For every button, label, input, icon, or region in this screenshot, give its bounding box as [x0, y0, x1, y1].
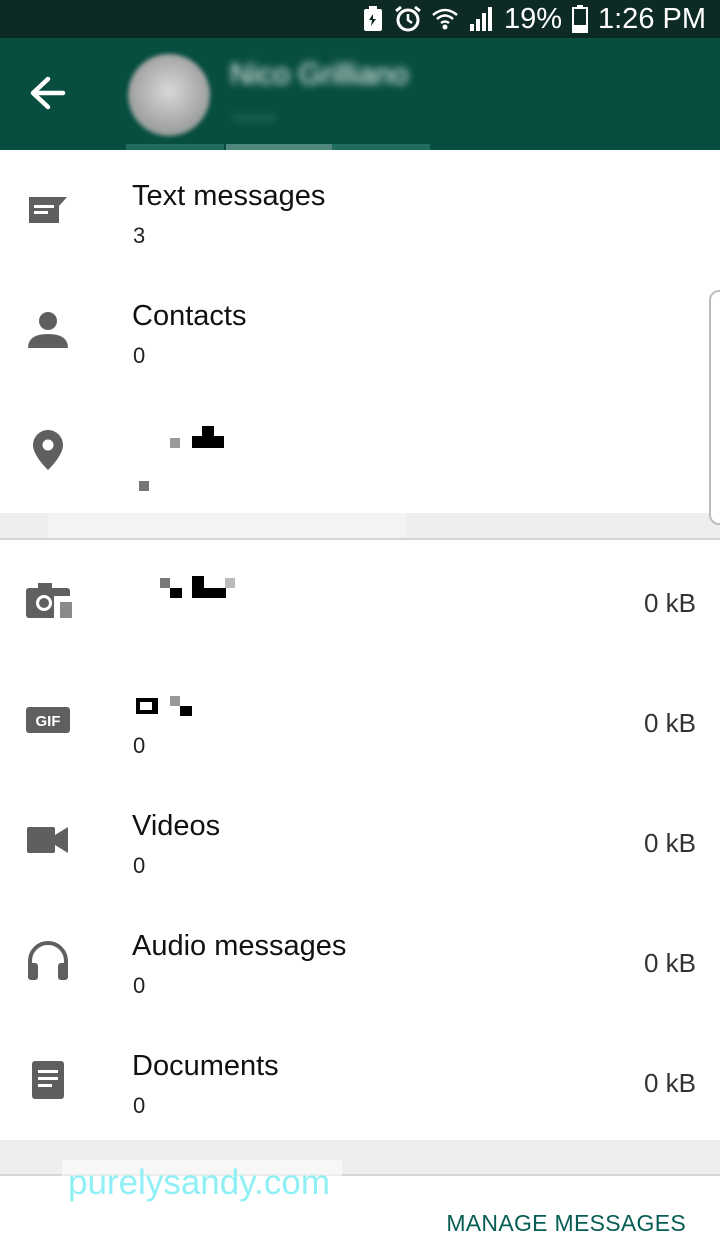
- app-bar: Nico Grilliano ······: [0, 38, 720, 150]
- contact-subtitle: ······: [232, 104, 276, 129]
- row-title: Contacts: [132, 300, 247, 332]
- row-count: 0: [133, 853, 146, 878]
- document-icon: [24, 1020, 72, 1140]
- row-count: 0: [133, 733, 146, 758]
- watermark: purelysandy.com: [62, 1160, 342, 1206]
- divider-highlight: [48, 513, 406, 538]
- row-title: Documents: [132, 1050, 279, 1082]
- row-title: Text messages: [132, 180, 326, 212]
- pixel-artifact: [170, 696, 180, 706]
- row-size: 0 kB: [643, 588, 696, 618]
- battery-percent: 19%: [503, 2, 562, 35]
- row-count: 0: [133, 343, 146, 368]
- back-button[interactable]: [18, 66, 76, 124]
- row-contacts[interactable]: Contacts 0: [0, 270, 720, 390]
- row-size: 0 kB: [643, 828, 696, 858]
- pixel-artifact: [139, 481, 149, 491]
- message-icon: [24, 150, 72, 270]
- pixel-artifact: [204, 588, 226, 598]
- row-gifs[interactable]: GIF 0 0 kB: [0, 660, 720, 780]
- location-pin-icon: [24, 390, 72, 510]
- battery-saver-icon: [362, 6, 384, 32]
- pixel-artifact: [180, 706, 192, 716]
- pixel-artifact: [170, 588, 182, 598]
- row-text-messages[interactable]: Text messages 3: [0, 150, 720, 270]
- signal-icon: [468, 6, 494, 32]
- row-videos[interactable]: Videos 0 0 kB: [0, 780, 720, 900]
- status-bar: 19% 1:26 PM: [0, 0, 720, 38]
- row-title: Videos: [132, 810, 221, 842]
- videocam-icon: [24, 780, 72, 900]
- contact-name[interactable]: Nico Grilliano: [230, 58, 440, 94]
- camera-icon: [24, 540, 72, 660]
- row-count: 0: [133, 1093, 146, 1118]
- media-categories: 0 kB GIF 0 0 kB Videos 0 0 kB Audio mess…: [0, 538, 720, 1142]
- wifi-icon: [432, 7, 458, 31]
- battery-icon: [572, 5, 588, 33]
- row-count: 3: [133, 223, 146, 248]
- row-photos[interactable]: 0 kB: [0, 540, 720, 660]
- person-icon: [24, 270, 72, 390]
- manage-messages-button[interactable]: MANAGE MESSAGES: [446, 1210, 686, 1237]
- contact-avatar[interactable]: [128, 54, 210, 136]
- row-location[interactable]: [0, 390, 720, 510]
- row-audio-messages[interactable]: Audio messages 0 0 kB: [0, 900, 720, 1020]
- gif-icon: GIF: [24, 660, 72, 780]
- pixel-artifact: [140, 702, 152, 710]
- row-documents[interactable]: Documents 0 0 kB: [0, 1020, 720, 1140]
- pixel-artifact: [170, 438, 180, 448]
- row-size: 0 kB: [643, 1068, 696, 1098]
- row-title: Audio messages: [132, 930, 347, 962]
- pixel-artifact: [202, 426, 214, 436]
- pixel-artifact: [192, 576, 204, 598]
- section-divider: [0, 513, 720, 538]
- scroll-handle[interactable]: [709, 290, 720, 525]
- row-size: 0 kB: [643, 948, 696, 978]
- row-count: 0: [133, 973, 146, 998]
- svg-text:GIF: GIF: [36, 713, 61, 730]
- pixel-artifact: [160, 578, 170, 588]
- clock: 1:26 PM: [598, 2, 706, 35]
- message-categories: Text messages 3 Contacts 0: [0, 150, 720, 515]
- headphones-icon: [24, 900, 72, 1020]
- arrow-back-icon: [28, 76, 66, 115]
- alarm-icon: [394, 5, 422, 33]
- pixel-artifact: [225, 578, 235, 588]
- pixel-artifact: [192, 436, 224, 448]
- row-size: 0 kB: [643, 708, 696, 738]
